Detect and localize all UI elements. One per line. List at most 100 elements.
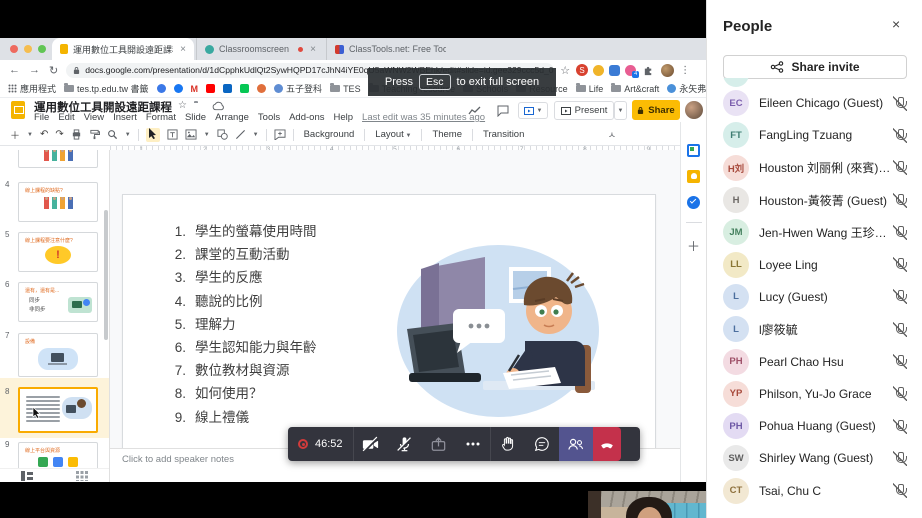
grid-view-icon[interactable]: [75, 470, 88, 481]
bookmark-facebook-icon[interactable]: [173, 84, 183, 93]
tab-classroomscreen[interactable]: Classroomscreen ×: [196, 38, 324, 60]
macos-zoom-button[interactable]: [38, 45, 46, 53]
activity-dashboard-icon[interactable]: [468, 106, 482, 116]
filmstrip-view-icon[interactable]: [21, 470, 34, 481]
participant-row[interactable]: FT FangLing Tzuang: [707, 119, 922, 151]
insert-line-button[interactable]: [235, 129, 246, 140]
forward-icon[interactable]: →: [29, 64, 40, 76]
chrome-menu-icon[interactable]: ⋮: [680, 65, 690, 76]
menu-insert[interactable]: Insert: [113, 112, 137, 123]
menu-tools[interactable]: Tools: [258, 112, 280, 123]
bookmark-folder-tes[interactable]: tes.tp.edu.tw 書籤: [64, 82, 149, 95]
mic-off-button[interactable]: [388, 427, 422, 461]
menu-edit[interactable]: Edit: [58, 112, 74, 123]
slide-thumbnail-6[interactable]: 還有，還有是... 同步 非同步: [18, 282, 98, 322]
mic-muted-icon[interactable]: [893, 418, 907, 434]
comment-history-icon[interactable]: [497, 105, 509, 117]
redo-button[interactable]: ↷: [55, 129, 63, 140]
more-options-button[interactable]: [456, 427, 490, 461]
mic-muted-icon[interactable]: [893, 160, 907, 176]
mic-muted-icon[interactable]: [893, 224, 907, 240]
mic-muted-icon[interactable]: [893, 354, 907, 370]
tab-close-icon[interactable]: ×: [310, 44, 316, 55]
menu-format[interactable]: Format: [146, 112, 176, 123]
mic-muted-icon[interactable]: [893, 483, 907, 499]
extension-chat-icon[interactable]: [609, 64, 621, 76]
present-dropdown-arrow[interactable]: ▼: [614, 101, 627, 120]
participant-row[interactable]: SW Shirley Wang (Guest): [707, 442, 922, 474]
bookmark-folder-tes2[interactable]: TES: [330, 83, 361, 94]
bookmark-globe-icon[interactable]: [257, 84, 267, 93]
menu-addons[interactable]: Add-ons: [289, 112, 324, 123]
hang-up-button[interactable]: [592, 427, 621, 461]
participant-row[interactable]: H刘 Houston 刘丽俐 (來賓) (Guest): [707, 152, 922, 184]
account-avatar[interactable]: [685, 101, 703, 119]
bookmark-sanyu[interactable]: 永矢弗諼－三語實...: [667, 82, 706, 95]
participant-row[interactable]: PH Pearl Chao Hsu: [707, 345, 922, 377]
cloud-saved-icon[interactable]: [212, 101, 225, 111]
slide-thumbnail-7[interactable]: 設備: [18, 333, 98, 377]
menu-help[interactable]: Help: [333, 112, 353, 123]
slides-app-icon[interactable]: [11, 101, 25, 119]
star-document-icon[interactable]: ☆: [178, 100, 187, 111]
mic-muted-icon[interactable]: [893, 386, 907, 402]
menu-slide[interactable]: Slide: [185, 112, 206, 123]
bookmark-star-icon[interactable]: ☆: [560, 64, 570, 77]
bookmark-folder-life[interactable]: Life: [575, 83, 603, 94]
bookmark-wuzi[interactable]: 五子登科: [274, 82, 322, 95]
mic-muted-icon[interactable]: [893, 257, 907, 273]
sidebar-scrollbar[interactable]: [104, 210, 108, 340]
self-video-thumbnail[interactable]: mlc_teacher39: [588, 491, 706, 518]
theme-button[interactable]: Theme: [429, 129, 465, 140]
bookmark-linkedin-icon[interactable]: [223, 84, 233, 93]
extension-s-icon[interactable]: S: [576, 64, 589, 76]
calendar-icon[interactable]: [687, 144, 700, 157]
new-slide-button[interactable]: ＋: [10, 127, 20, 142]
share-screen-button[interactable]: [422, 427, 456, 461]
tab-slides[interactable]: 運用數位工具開設遠距課程 - G... ×: [52, 38, 194, 60]
participant-row[interactable]: CT Tsai, Chu C: [707, 475, 922, 507]
participant-row[interactable]: Ll廖筱毓: [707, 313, 922, 345]
bookmark-globe-icon[interactable]: [156, 84, 166, 93]
menu-view[interactable]: View: [84, 112, 104, 123]
chat-button[interactable]: [525, 427, 559, 461]
bookmark-line-icon[interactable]: [240, 84, 250, 93]
participant-row[interactable]: PH Pohua Huang (Guest): [707, 410, 922, 442]
print-button[interactable]: [71, 129, 82, 140]
mic-muted-icon[interactable]: [893, 127, 907, 143]
paint-format-button[interactable]: [89, 129, 100, 140]
new-slide-dropdown[interactable]: ▼: [27, 132, 33, 138]
bookmark-youtube-icon[interactable]: [206, 84, 216, 93]
people-button-active[interactable]: [558, 427, 593, 461]
present-button[interactable]: Present: [554, 101, 614, 120]
keep-icon[interactable]: [687, 170, 700, 183]
slide-thumbnail-5[interactable]: 線上課程要注意什麼? !: [18, 232, 98, 272]
get-addons-button[interactable]: ＋: [687, 236, 700, 255]
slide-numbered-list[interactable]: 1. 學生的螢幕使用時間 2. 課堂的互動活動 3. 學生的反應 4. 聽說的比例 5.…: [168, 220, 317, 429]
mic-muted-icon[interactable]: [893, 289, 907, 305]
participant-row[interactable]: YP Philson, Yu-Jo Grace: [707, 378, 922, 410]
slide-thumbnail-3[interactable]: [18, 150, 98, 168]
close-panel-icon[interactable]: ×: [892, 16, 900, 32]
insert-shape-button[interactable]: [217, 129, 228, 140]
slide-thumbnail-8-selected[interactable]: [18, 387, 98, 433]
bookmark-gmail-icon[interactable]: M: [191, 84, 199, 94]
slideshow-button[interactable]: ▼: [518, 102, 548, 119]
insert-image-button[interactable]: [185, 129, 197, 140]
menu-arrange[interactable]: Arrange: [215, 112, 249, 123]
tab-classtools[interactable]: ClassTools.net: Free Tools for: [326, 38, 446, 60]
mic-muted-icon[interactable]: [893, 321, 907, 337]
tab-close-icon[interactable]: ×: [180, 44, 186, 55]
line-dropdown[interactable]: ▼: [253, 132, 259, 138]
insert-comment-button[interactable]: [274, 129, 286, 140]
layout-button[interactable]: Layout ▼: [372, 129, 414, 140]
participant-row[interactable]: L Lucy (Guest): [707, 281, 922, 313]
undo-button[interactable]: ↶: [40, 129, 48, 140]
share-invite-button[interactable]: Share invite: [723, 55, 907, 79]
extension-yellow-icon[interactable]: [593, 64, 605, 76]
zoom-button[interactable]: [107, 129, 118, 140]
refresh-icon[interactable]: ↻: [49, 64, 58, 77]
back-icon[interactable]: ←: [9, 64, 20, 76]
transition-button[interactable]: Transition: [480, 129, 527, 140]
select-tool-button[interactable]: [145, 127, 160, 142]
